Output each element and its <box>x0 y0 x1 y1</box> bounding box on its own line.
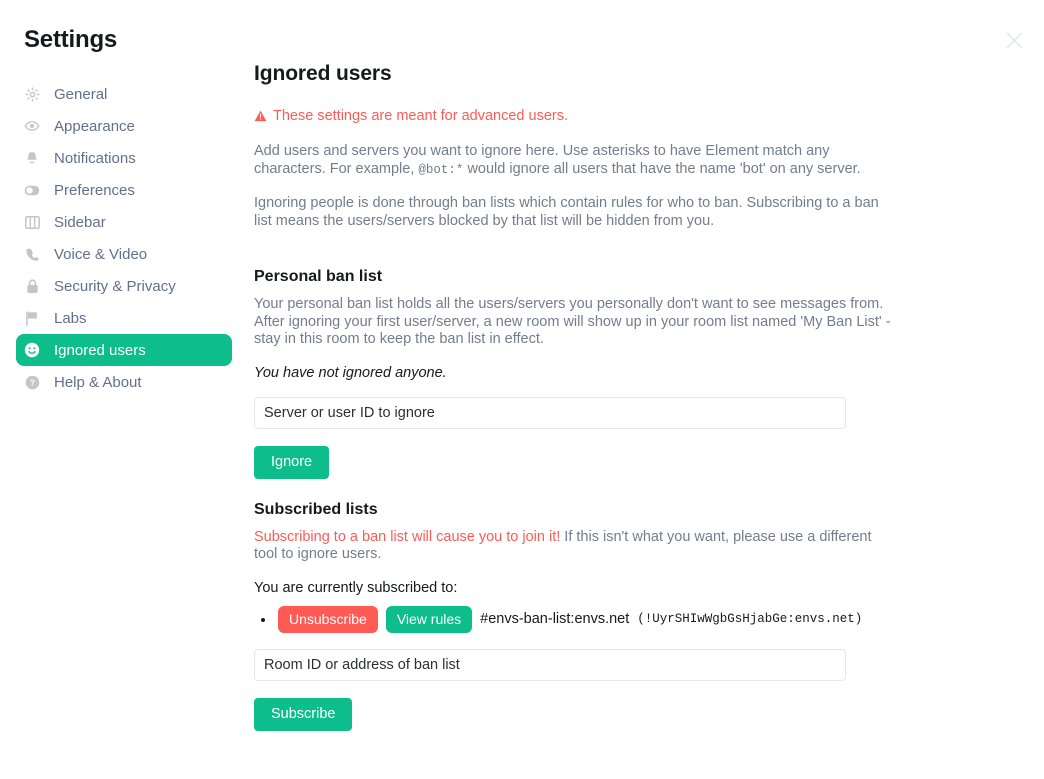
sidebar-item-label: Help & About <box>54 373 142 391</box>
ban-list-explanation: Ignoring people is done through ban list… <box>254 195 879 229</box>
bell-icon <box>24 150 40 166</box>
sidebar-item-label: Appearance <box>54 117 135 135</box>
advanced-users-warning: These settings are meant for advanced us… <box>254 108 894 127</box>
subscribe-warning: Subscribing to a ban list will cause you… <box>254 529 894 564</box>
sidebar-item-ignored-users[interactable]: Ignored users <box>16 334 232 366</box>
personal-ban-list-description: Your personal ban list holds all the use… <box>254 296 891 347</box>
sidebar-item-sidebar[interactable]: Sidebar <box>16 206 232 238</box>
ban-list-room-id: (!UyrSHIwWgbGsHjabGe:envs.net) <box>637 612 863 627</box>
settings-sidebar: Settings General Appearance Notification… <box>0 0 248 779</box>
page-title: Settings <box>24 26 118 53</box>
ban-list-alias: #envs-ban-list:envs.net <box>480 611 630 628</box>
sidebar-item-label: Voice & Video <box>54 245 148 263</box>
subscribe-button[interactable]: Subscribe <box>254 697 353 732</box>
advanced-users-warning-text: These settings are meant for advanced us… <box>273 108 568 124</box>
panels-icon <box>24 214 40 230</box>
eye-icon <box>24 118 40 134</box>
phone-icon <box>24 246 40 262</box>
sidebar-item-voice-video[interactable]: Voice & Video <box>16 238 232 270</box>
sidebar-item-label: Preferences <box>54 181 135 199</box>
smiley-icon <box>24 342 40 358</box>
sidebar-item-help-about[interactable]: ? Help & About <box>16 366 232 398</box>
flag-icon <box>24 310 40 326</box>
lock-icon <box>24 278 40 294</box>
sidebar-item-label: Labs <box>54 309 87 327</box>
svg-text:?: ? <box>29 377 34 387</box>
subscribed-lists-heading: Subscribed lists <box>254 500 378 518</box>
sidebar-item-security-privacy[interactable]: Security & Privacy <box>16 270 232 302</box>
content-title: Ignored users <box>254 62 392 85</box>
warning-triangle-icon <box>254 110 267 127</box>
ignore-button[interactable]: Ignore <box>254 445 330 479</box>
unsubscribe-button[interactable]: Unsubscribe <box>278 605 378 633</box>
sidebar-item-label: Notifications <box>54 149 136 167</box>
question-icon: ? <box>24 374 40 390</box>
list-item: Unsubscribe View rules #envs-ban-list:en… <box>276 605 894 633</box>
intro-text-2: would ignore all users that have the nam… <box>463 160 861 177</box>
sidebar-item-notifications[interactable]: Notifications <box>16 142 232 174</box>
settings-nav: General Appearance Notifications Prefere… <box>0 78 248 398</box>
settings-content: Ignored users These settings are meant f… <box>248 0 1044 779</box>
sidebar-item-labs[interactable]: Labs <box>16 302 232 334</box>
sidebar-item-label: Sidebar <box>54 213 106 231</box>
toggle-icon <box>24 182 40 198</box>
sidebar-item-general[interactable]: General <box>16 78 232 110</box>
personal-ban-list-heading: Personal ban list <box>254 268 383 285</box>
currently-subscribed-label: You are currently subscribed to: <box>254 579 458 596</box>
sidebar-item-label: General <box>54 85 108 103</box>
sidebar-item-preferences[interactable]: Preferences <box>16 174 232 206</box>
subscribed-list: Unsubscribe View rules #envs-ban-list:en… <box>276 605 894 633</box>
bot-pattern-code: @bot:* <box>418 162 464 177</box>
sidebar-item-appearance[interactable]: Appearance <box>16 110 232 142</box>
gear-icon <box>24 86 40 102</box>
subscribe-warning-red: Subscribing to a ban list will cause you… <box>254 528 561 545</box>
sidebar-item-label: Ignored users <box>54 341 146 359</box>
view-rules-button[interactable]: View rules <box>385 605 473 633</box>
intro-paragraph: Add users and servers you want to ignore… <box>254 143 894 179</box>
ban-list-room-input[interactable] <box>254 648 846 681</box>
settings-dialog: Settings General Appearance Notification… <box>0 0 1044 779</box>
ignore-user-input[interactable] <box>254 396 846 429</box>
sidebar-item-label: Security & Privacy <box>54 277 176 295</box>
no-ignored-users-note: You have not ignored anyone. <box>254 364 447 381</box>
